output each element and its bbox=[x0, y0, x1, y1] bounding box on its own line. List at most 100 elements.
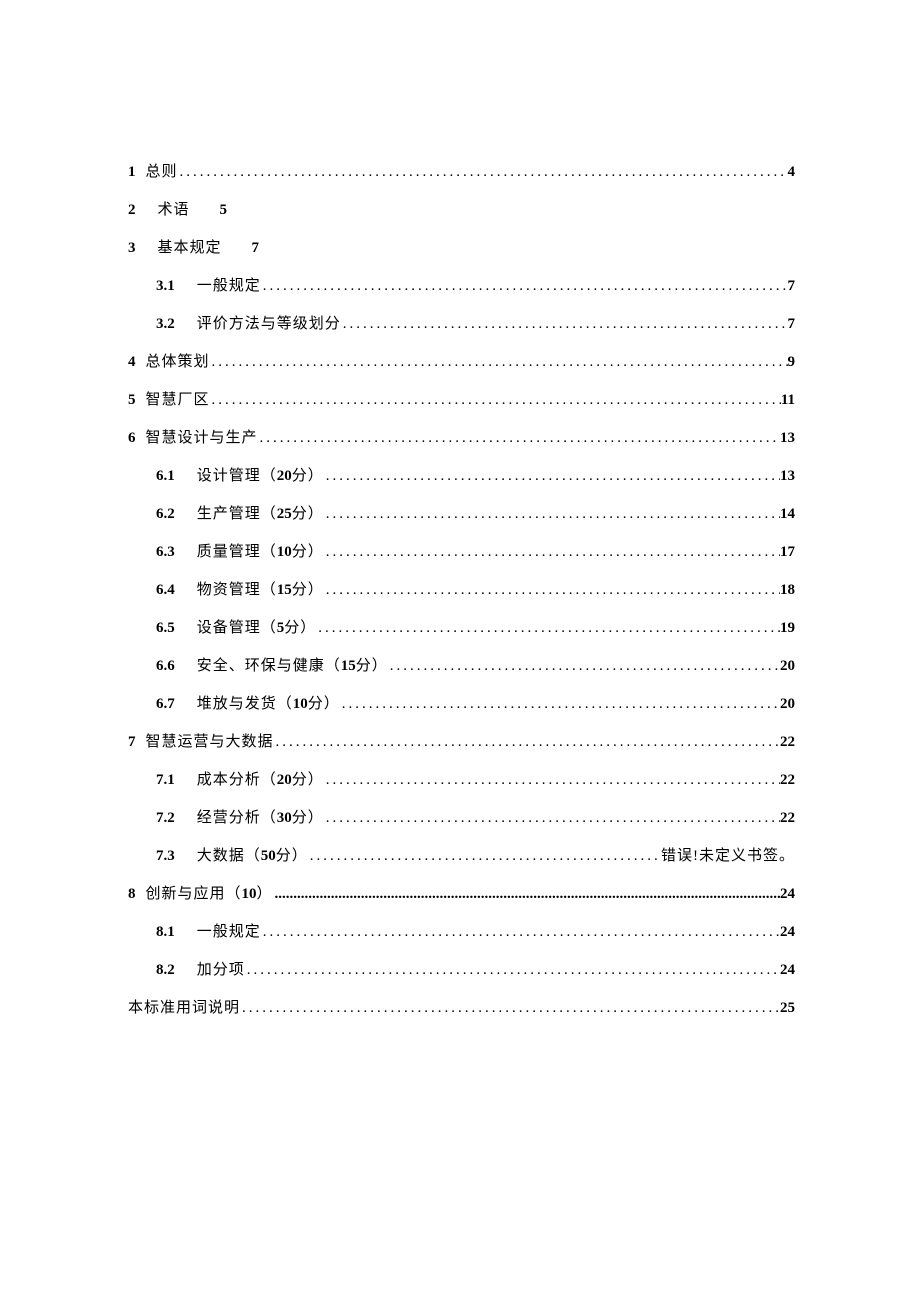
toc-entry: 7.3 大数据（50分）.............................… bbox=[128, 849, 795, 864]
toc-entry-number: 1 bbox=[128, 165, 136, 180]
toc-leader: ........................................… bbox=[210, 355, 788, 370]
toc-entry-number: 2 bbox=[128, 203, 136, 218]
toc-entry-number: 8.1 bbox=[156, 925, 175, 940]
toc-entry-page: 20 bbox=[780, 697, 795, 712]
toc-entry-number: 6.6 bbox=[156, 659, 175, 674]
table-of-contents: 1 总则.....................................… bbox=[128, 165, 795, 1039]
toc-entry-page: 14 bbox=[780, 507, 795, 522]
toc-entry-page: 4 bbox=[788, 165, 796, 180]
toc-entry-label: 堆放与发货（10分） bbox=[197, 697, 340, 712]
toc-entry-page: 5 bbox=[220, 203, 228, 218]
toc-entry: 本标准用词说明.................................… bbox=[128, 1001, 795, 1016]
toc-entry-number: 6.5 bbox=[156, 621, 175, 636]
toc-leader: ........................................… bbox=[324, 469, 780, 484]
toc-leader: ........................................… bbox=[308, 849, 661, 864]
toc-leader: ........................................… bbox=[240, 1001, 780, 1016]
toc-entry-label: 加分项 bbox=[197, 963, 245, 978]
toc-entry: 6.4 物资管理（15分）............................… bbox=[128, 583, 795, 598]
toc-leader: ........................................… bbox=[316, 621, 780, 636]
toc-entry-label: 本标准用词说明 bbox=[128, 1001, 240, 1016]
toc-entry-page: 9 bbox=[788, 355, 796, 370]
toc-entry-label: 基本规定 bbox=[158, 241, 222, 256]
toc-entry: 6.7 堆放与发货（10分）...........................… bbox=[128, 697, 795, 712]
toc-entry: 7.2 经营分析（30分）............................… bbox=[128, 811, 795, 826]
toc-entry-page: 24 bbox=[780, 887, 795, 902]
toc-entry: 1 总则.....................................… bbox=[128, 165, 795, 180]
toc-leader: ........................................… bbox=[324, 773, 780, 788]
toc-entry: 6.3 质量管理（10分）............................… bbox=[128, 545, 795, 560]
toc-leader: ........................................… bbox=[324, 811, 780, 826]
toc-entry-page: 13 bbox=[780, 469, 795, 484]
toc-entry-page: 13 bbox=[780, 431, 795, 446]
toc-entry-page: 7 bbox=[788, 317, 796, 332]
toc-entry-number: 7.1 bbox=[156, 773, 175, 788]
toc-entry: 5智慧厂区...................................… bbox=[128, 393, 795, 408]
toc-entry: 6.2 生产管理（25分）............................… bbox=[128, 507, 795, 522]
toc-entry-number: 4 bbox=[128, 355, 136, 370]
toc-leader: ........................................… bbox=[340, 697, 780, 712]
toc-entry-label: 质量管理（10分） bbox=[197, 545, 324, 560]
toc-entry-number: 6.7 bbox=[156, 697, 175, 712]
toc-entry-label: 智慧设计与生产 bbox=[146, 431, 258, 446]
toc-entry-label: 创新与应用（10） bbox=[146, 887, 273, 902]
toc-entry: 8.2 加分项..................................… bbox=[128, 963, 795, 978]
toc-entry: 3 基本规定 7 bbox=[128, 241, 795, 256]
toc-leader: ........................................… bbox=[341, 317, 788, 332]
toc-entry-label: 设备管理（5分） bbox=[197, 621, 317, 636]
toc-leader: ........................................… bbox=[388, 659, 780, 674]
toc-entry-page: 18 bbox=[780, 583, 795, 598]
toc-entry: 6智慧设计与生产................................… bbox=[128, 431, 795, 446]
toc-entry-page: 22 bbox=[780, 773, 795, 788]
toc-entry-page: 22 bbox=[780, 735, 795, 750]
toc-entry-label: 大数据（50分） bbox=[197, 849, 308, 864]
toc-entry-label: 设计管理（20分） bbox=[197, 469, 324, 484]
toc-entry-number: 7.3 bbox=[156, 849, 175, 864]
toc-entry-label: 一般规定 bbox=[197, 925, 261, 940]
toc-leader: ........................................… bbox=[274, 735, 780, 750]
toc-entry: 6.1 设计管理（20分）............................… bbox=[128, 469, 795, 484]
toc-leader: ........................................… bbox=[324, 507, 780, 522]
toc-entry-label: 物资管理（15分） bbox=[197, 583, 324, 598]
toc-leader: ........................................… bbox=[324, 583, 780, 598]
toc-leader: ........................................… bbox=[273, 887, 780, 902]
toc-entry-number: 6.2 bbox=[156, 507, 175, 522]
toc-leader: ........................................… bbox=[258, 431, 780, 446]
toc-entry-page: 11 bbox=[781, 393, 795, 408]
toc-entry-label: 术语 bbox=[158, 203, 190, 218]
toc-entry-page: 20 bbox=[780, 659, 795, 674]
toc-entry-label: 经营分析（30分） bbox=[197, 811, 324, 826]
toc-entry: 6.6安全、环保与健康（15分）........................… bbox=[128, 659, 795, 674]
toc-entry-label: 智慧运营与大数据 bbox=[146, 735, 274, 750]
toc-entry-label: 总体策划 bbox=[146, 355, 210, 370]
toc-entry: 3.1一般规定.................................… bbox=[128, 279, 795, 294]
toc-leader: ........................................… bbox=[261, 925, 780, 940]
toc-entry: 8 创新与应用（10）..............................… bbox=[128, 887, 795, 902]
toc-entry-number: 6.3 bbox=[156, 545, 175, 560]
toc-entry-number: 3 bbox=[128, 241, 136, 256]
toc-entry-page: 19 bbox=[780, 621, 795, 636]
toc-entry-page: 25 bbox=[780, 1001, 795, 1016]
toc-entry-number: 6.1 bbox=[156, 469, 175, 484]
toc-entry-page: 7 bbox=[788, 279, 796, 294]
toc-entry-label: 评价方法与等级划分 bbox=[197, 317, 341, 332]
toc-leader: ........................................… bbox=[178, 165, 788, 180]
toc-entry: 7.1成本分析（20分）............................… bbox=[128, 773, 795, 788]
toc-entry-number: 6.4 bbox=[156, 583, 175, 598]
toc-entry-page: 错误!未定义书签。 bbox=[661, 849, 795, 864]
toc-entry-label: 生产管理（25分） bbox=[197, 507, 324, 522]
toc-entry-label: 智慧厂区 bbox=[146, 393, 210, 408]
toc-entry-page: 17 bbox=[780, 545, 795, 560]
toc-entry-number: 8 bbox=[128, 887, 136, 902]
toc-entry-page: 7 bbox=[252, 241, 260, 256]
toc-entry: 6.5 设备管理（5分）.............................… bbox=[128, 621, 795, 636]
toc-entry: 7 智慧运营与大数据...............................… bbox=[128, 735, 795, 750]
toc-entry: 2 术语 5 bbox=[128, 203, 795, 218]
toc-entry-number: 8.2 bbox=[156, 963, 175, 978]
toc-leader: ........................................… bbox=[245, 963, 780, 978]
toc-leader: ........................................… bbox=[210, 393, 781, 408]
toc-entry-number: 7 bbox=[128, 735, 136, 750]
toc-entry-label: 总则 bbox=[146, 165, 178, 180]
toc-entry-number: 7.2 bbox=[156, 811, 175, 826]
toc-leader: ........................................… bbox=[324, 545, 780, 560]
toc-entry-label: 一般规定 bbox=[197, 279, 261, 294]
